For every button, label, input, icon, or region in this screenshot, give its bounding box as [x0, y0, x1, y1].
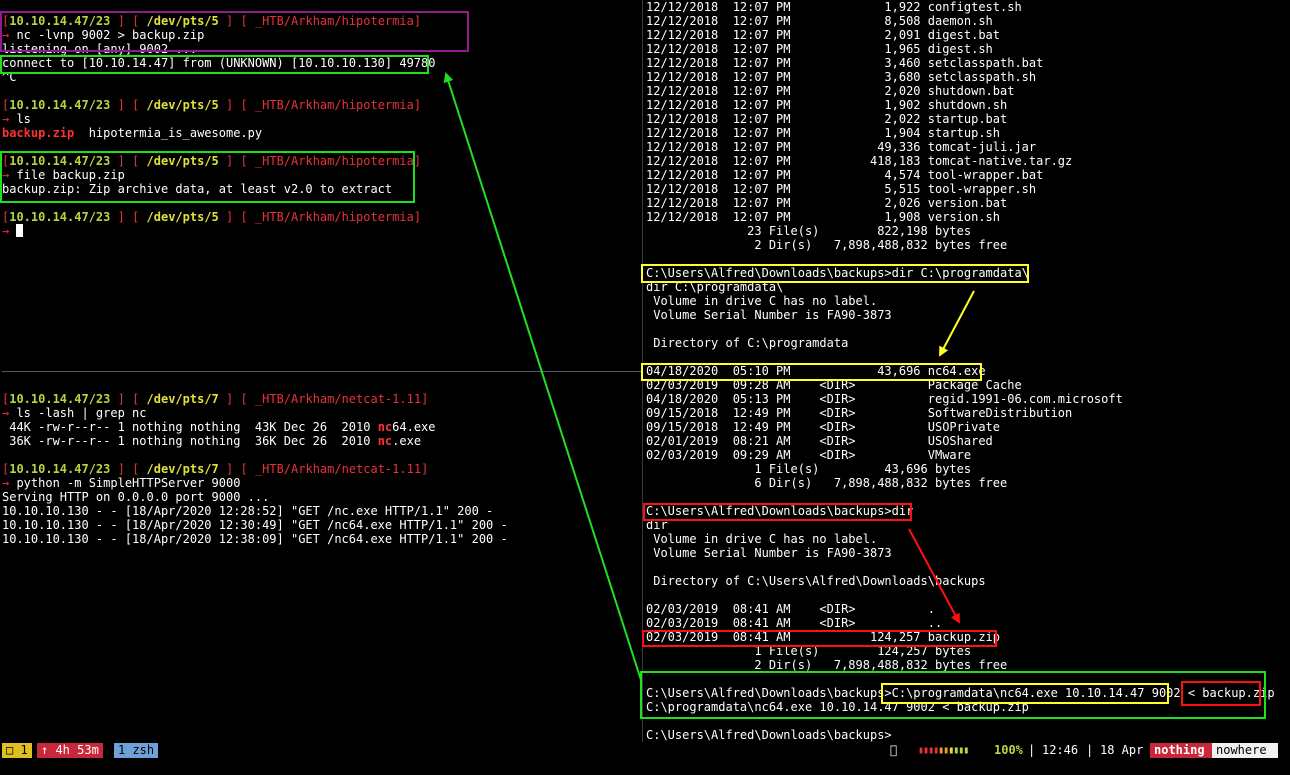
date: 18 Apr — [1100, 743, 1144, 757]
separator: | — [1086, 743, 1094, 757]
battery-percent: 100% — [994, 743, 1023, 757]
annotation-arrows — [443, 72, 975, 681]
battery-segment: ▮ — [963, 745, 969, 756]
yellow-arrow — [939, 290, 975, 357]
separator: | — [1028, 743, 1036, 757]
battery-bar: ▮▮▮▮▮▮▮▮▮▮ — [914, 743, 972, 758]
host-badge: nowhere — [1212, 743, 1278, 758]
window-tab-zsh[interactable]: 1 zsh — [114, 743, 159, 758]
red-arrow — [908, 528, 960, 624]
green-arrow — [443, 72, 642, 681]
tmux-status-bar: □ 1 ↑ 4h 53m 1 zsh  ▮▮▮▮▮▮▮▮▮▮ 100% | 1… — [0, 742, 1290, 760]
battery-icon:  — [890, 743, 898, 757]
user-badge: nothing — [1150, 743, 1212, 758]
session-indicator[interactable]: □ 1 — [2, 743, 32, 758]
clock-time: 12:46 — [1042, 743, 1079, 757]
uptime-indicator: ↑ 4h 53m — [37, 743, 103, 758]
